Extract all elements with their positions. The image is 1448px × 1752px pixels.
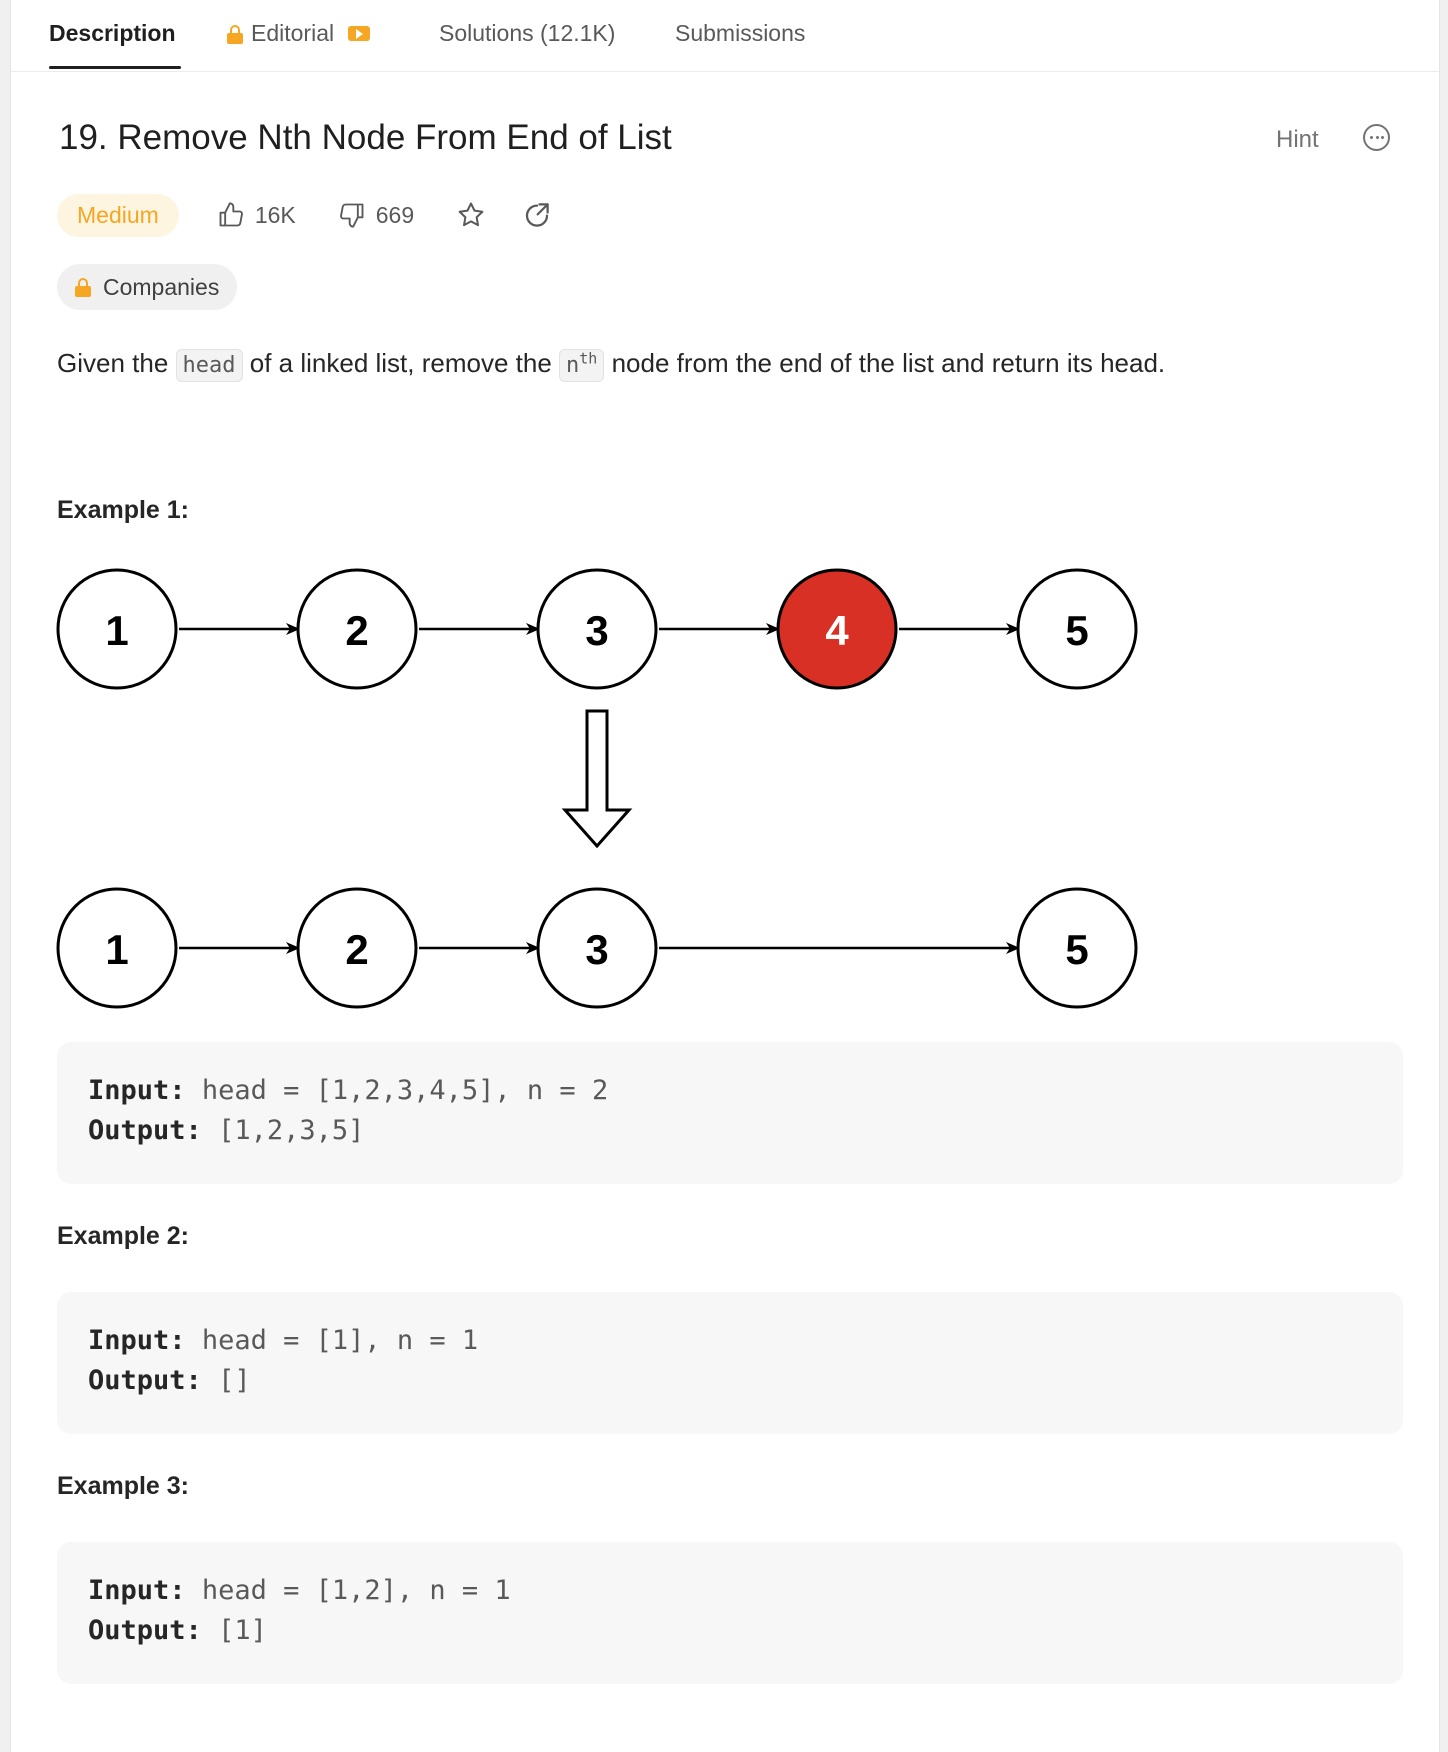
before-list-node: 2	[296, 568, 418, 690]
output-label: Output:	[88, 1615, 202, 1646]
svg-text:3: 3	[585, 607, 608, 654]
problem-panel: Description Editorial Solutions (12.1K) …	[10, 0, 1440, 1752]
output-value: [1,2,3,5]	[218, 1115, 365, 1146]
example-3-codeblock: Input: head = [1,2], n = 1 Output: [1]	[57, 1542, 1403, 1684]
linked-list-diagram: 1 2 3 4 5 1 2 3 5	[56, 568, 1138, 1009]
svg-text:1: 1	[105, 607, 128, 654]
down-arrow-icon	[561, 709, 633, 849]
after-list-node: 1	[56, 887, 178, 1009]
example-2-title: Example 2:	[57, 1222, 190, 1250]
svg-text:2: 2	[345, 607, 368, 654]
example-2-codeblock: Input: head = [1], n = 1 Output: []	[57, 1292, 1403, 1434]
after-list-node: 2	[296, 887, 418, 1009]
svg-text:5: 5	[1065, 926, 1088, 973]
before-list-node: 5	[1016, 568, 1138, 690]
example-input: Input: head = [1,2], n = 1	[88, 1575, 511, 1606]
input-label: Input:	[88, 1325, 186, 1356]
svg-text:5: 5	[1065, 607, 1088, 654]
example-input: Input: head = [1], n = 1	[88, 1325, 478, 1356]
svg-text:1: 1	[105, 926, 128, 973]
output-value: [1]	[218, 1615, 267, 1646]
example-output: Output: [1]	[88, 1615, 267, 1646]
after-list-node: 5	[1016, 887, 1138, 1009]
input-value: head = [1], n = 1	[201, 1325, 479, 1356]
input-label: Input:	[88, 1575, 186, 1606]
example-1-codeblock: Input: head = [1,2,3,4,5], n = 2 Output:…	[57, 1042, 1403, 1184]
svg-text:2: 2	[345, 926, 368, 973]
output-label: Output:	[88, 1365, 202, 1396]
svg-text:4: 4	[825, 607, 849, 654]
example-output: Output: []	[88, 1365, 251, 1396]
input-value: head = [1,2,3,4,5], n = 2	[201, 1075, 609, 1106]
input-label: Input:	[88, 1075, 186, 1106]
removed-node: 4	[776, 568, 898, 690]
example-output: Output: [1,2,3,5]	[88, 1115, 364, 1146]
after-list-node: 3	[536, 887, 658, 1009]
before-list-node: 3	[536, 568, 658, 690]
example-input: Input: head = [1,2,3,4,5], n = 2	[88, 1075, 608, 1106]
example-3-title: Example 3:	[57, 1472, 190, 1500]
before-list-node: 1	[56, 568, 178, 690]
svg-text:3: 3	[585, 926, 608, 973]
input-value: head = [1,2], n = 1	[201, 1575, 511, 1606]
output-label: Output:	[88, 1115, 202, 1146]
output-value: []	[218, 1365, 251, 1396]
